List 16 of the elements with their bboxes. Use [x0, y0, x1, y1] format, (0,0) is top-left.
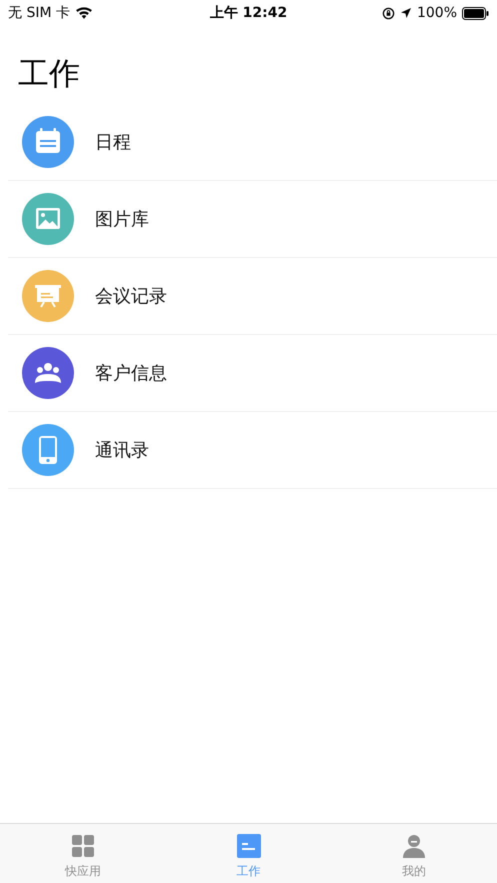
grid-icon — [70, 833, 96, 859]
list-item[interactable]: 通讯录 — [8, 412, 497, 489]
clock-text: 上午 12:42 — [210, 4, 288, 22]
list-item[interactable]: 会议记录 — [8, 258, 497, 335]
rotation-lock-icon — [382, 6, 395, 20]
battery-icon — [462, 6, 489, 20]
location-icon — [400, 7, 412, 19]
person-icon — [401, 833, 428, 859]
list-item[interactable]: 图片库 — [8, 181, 497, 258]
list-item[interactable]: 日程 — [8, 104, 497, 181]
carrier-text: 无 SIM 卡 — [8, 4, 70, 22]
page-title: 工作 — [18, 55, 81, 94]
battery-percent: 100% — [416, 5, 457, 21]
wifi-icon — [75, 6, 93, 20]
document-icon — [236, 833, 262, 859]
list-item[interactable]: 客户信息 — [8, 335, 497, 412]
